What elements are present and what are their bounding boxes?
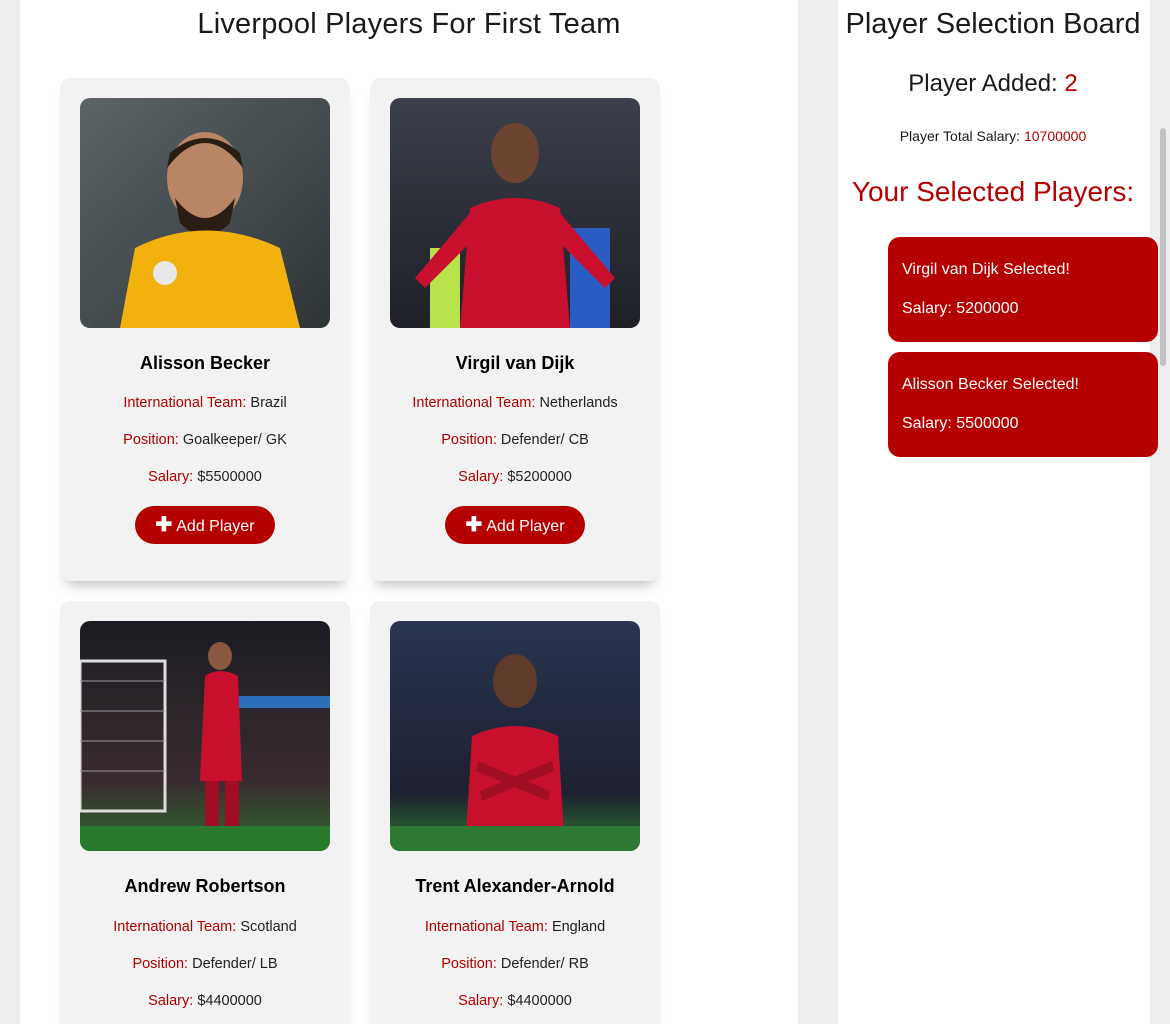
salary-value: $5500000 [197,469,262,485]
player-position: Position: Defender/ LB [60,956,350,972]
salary-label: Salary: [458,469,504,485]
added-count-value: 2 [1064,70,1078,97]
player-salary: Salary: $4400000 [60,993,350,1009]
stadium-celebration-photo [80,621,330,851]
player-name: Trent Alexander-Arnold [415,876,615,896]
player-salary: Salary: $5200000 [370,469,660,485]
position-label: Position: [132,956,189,972]
player-added-count: Player Added: 2 [838,70,1148,98]
add-player-button[interactable]: ✚ Add Player [445,506,585,544]
player-photo [80,621,330,851]
team-label: International Team: [424,919,548,935]
plus-icon: ✚ [155,514,173,536]
team-value: Scotland [240,919,297,935]
player-salary: Salary: $5500000 [60,469,350,485]
scrollbar[interactable] [1160,128,1166,366]
team-value: Netherlands [539,395,618,411]
selected-player-title: Virgil van Dijk Selected! [902,261,1070,278]
player-card: Alisson Becker International Team: Brazi… [60,78,350,581]
salary-value: $4400000 [197,993,262,1009]
player-position: Position: Goalkeeper/ GK [60,432,350,448]
salary-label: Salary: [458,993,504,1009]
position-value: Goalkeeper/ GK [182,432,287,448]
player-team: International Team: Scotland [60,919,350,935]
team-label: International Team: [412,395,536,411]
salary-label: Salary: [148,469,194,485]
player-name: Virgil van Dijk [455,353,575,373]
salary-value: $5200000 [507,469,572,485]
team-value: England [551,919,606,935]
team-value: Brazil [250,395,287,411]
player-photo [80,98,330,328]
position-value: Defender/ RB [500,956,589,972]
player-card: Trent Alexander-Arnold International Tea… [370,601,660,1024]
players-panel: Liverpool Players For First Team Alisson… [20,0,798,1024]
position-label: Position: [441,432,497,448]
total-salary-label: Player Total Salary: [899,128,1021,144]
selected-player-salary: Salary: 5200000 [902,300,1019,317]
player-team: International Team: Netherlands [370,395,660,411]
defender-celebration-photo [390,98,640,328]
added-label: Player Added: [908,70,1058,97]
total-salary: Player Total Salary: 10700000 [838,128,1148,144]
arms-crossed-celebration-photo [390,621,640,851]
position-value: Defender/ LB [192,956,278,972]
player-name: Alisson Becker [139,353,271,373]
add-player-button[interactable]: ✚ Add Player [135,506,275,544]
player-card: Andrew Robertson International Team: Sco… [60,601,350,1024]
player-position: Position: Defender/ CB [370,432,660,448]
team-label: International Team: [113,919,237,935]
selected-player-title: Alisson Becker Selected! [902,376,1079,393]
salary-label: Salary: [148,993,194,1009]
total-salary-value: 10700000 [1023,128,1087,144]
position-label: Position: [123,432,179,448]
player-photo [390,621,640,851]
selected-player-card: Alisson Becker Selected! Salary: 5500000 [888,352,1158,457]
selected-player-salary: Salary: 5500000 [902,415,1019,432]
add-player-label: Add Player [486,518,565,535]
salary-value: $4400000 [507,993,572,1009]
position-value: Defender/ CB [500,432,589,448]
add-player-label: Add Player [176,518,255,535]
player-name: Andrew Robertson [124,876,286,896]
selection-board: Player Selection Board Player Added: 2 P… [838,0,1158,1024]
position-label: Position: [441,956,497,972]
player-salary: Salary: $4400000 [370,993,660,1009]
page-title: Liverpool Players For First Team [197,8,621,40]
board-title: Player Selection Board [845,8,1141,40]
selected-players-heading: Your Selected Players: [851,176,1135,207]
player-card: Virgil van Dijk International Team: Neth… [370,78,660,581]
plus-icon: ✚ [465,514,483,536]
player-team: International Team: England [370,919,660,935]
player-team: International Team: Brazil [60,395,350,411]
team-label: International Team: [123,395,247,411]
selected-player-card: Virgil van Dijk Selected! Salary: 520000… [888,237,1158,342]
player-position: Position: Defender/ RB [370,956,660,972]
goalkeeper-photo [80,98,330,328]
player-photo [390,98,640,328]
